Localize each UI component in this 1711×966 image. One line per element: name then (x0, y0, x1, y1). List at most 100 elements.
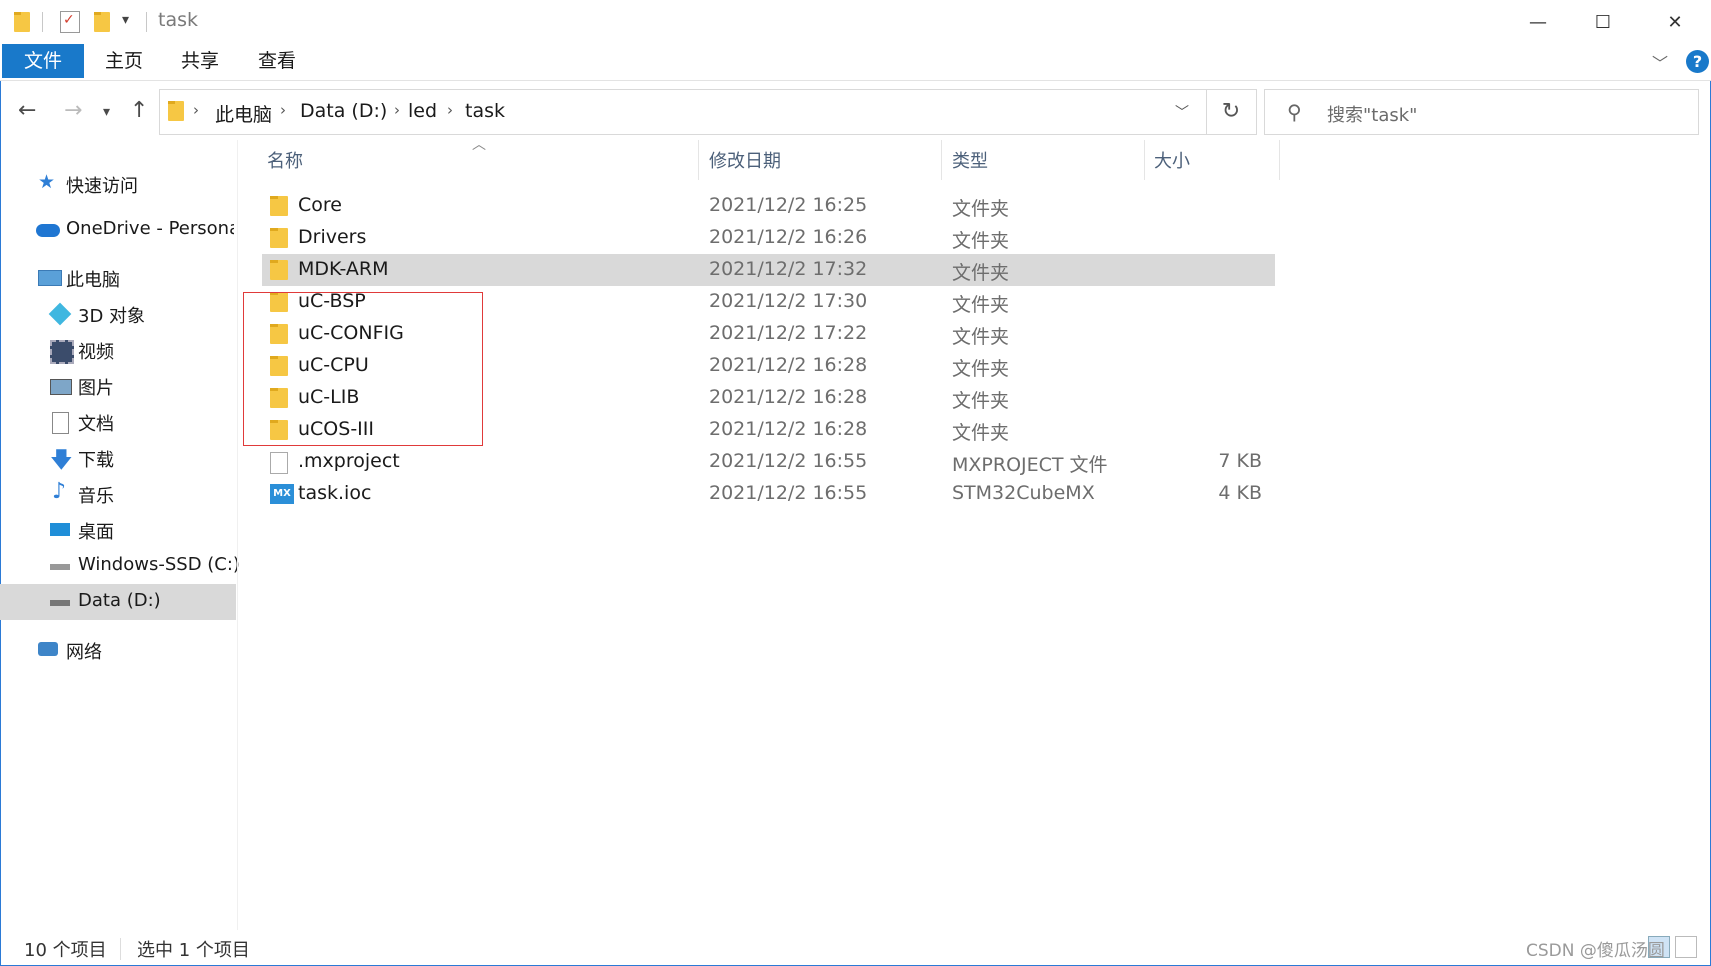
nav-onedrive[interactable]: OneDrive - Personal (0, 212, 236, 248)
nav-music[interactable]: ♪ 音乐 (0, 476, 236, 512)
expand-ribbon-icon[interactable]: ﹀ (1652, 50, 1668, 74)
file-size: 7 KB (1218, 450, 1262, 472)
file-type: MXPROJECT 文件 (952, 454, 1108, 476)
maximize-button[interactable]: ☐ (1572, 0, 1634, 44)
file-type: 文件夹 (952, 422, 1010, 444)
tab-file[interactable]: 文件 (2, 44, 84, 78)
file-date: 2021/12/2 16:55 (709, 450, 868, 472)
file-type: STM32CubeMX (952, 482, 1095, 504)
nav-label: 视频 (78, 342, 114, 363)
column-divider[interactable] (698, 140, 699, 180)
file-type: 文件夹 (952, 262, 1010, 284)
large-icons-view-icon[interactable] (1675, 936, 1697, 958)
nav-desktop[interactable]: 桌面 (0, 512, 236, 548)
properties-icon[interactable]: ✓ (60, 11, 80, 33)
tab-home[interactable]: 主页 (92, 44, 156, 78)
help-icon[interactable]: ? (1686, 50, 1709, 73)
column-divider[interactable] (1279, 140, 1280, 180)
customize-quick-access-icon[interactable]: ▾ (122, 12, 129, 28)
refresh-button[interactable]: ↻ (1206, 89, 1257, 135)
status-bar: 10 个项目 选中 1 个项目 (0, 928, 1711, 966)
tab-share[interactable]: 共享 (168, 44, 232, 78)
breadcrumb-this-pc[interactable]: 此电脑 (215, 100, 272, 127)
nav-this-pc[interactable]: 此电脑 (0, 260, 236, 296)
breadcrumb-arrow-icon[interactable]: › (280, 101, 286, 119)
nav-label: Data (D:) (78, 590, 161, 611)
drive-icon (50, 600, 70, 606)
ribbon: 文件 主页 共享 查看 ﹀ ? (0, 44, 1711, 81)
back-button[interactable]: ← (18, 98, 36, 123)
breadcrumb-arrow-icon[interactable]: › (193, 101, 199, 119)
column-header-type[interactable]: 类型 (952, 147, 988, 173)
file-name: .mxproject (298, 450, 400, 472)
nav-label: Windows-SSD (C:) (78, 554, 240, 575)
column-divider[interactable] (1144, 140, 1145, 180)
desktop-icon (50, 523, 70, 536)
download-icon: 🡇 (50, 448, 73, 473)
nav-quick-access[interactable]: ★ 快速访问 (0, 166, 236, 202)
drive-icon (50, 564, 70, 570)
nav-pictures[interactable]: 图片 (0, 368, 236, 404)
nav-label: 快速访问 (66, 176, 138, 197)
new-folder-icon[interactable] (94, 12, 110, 32)
nav-data-d[interactable]: Data (D:) (0, 584, 236, 620)
breadcrumb-data-d[interactable]: Data (D:) (300, 100, 387, 122)
tab-view[interactable]: 查看 (245, 44, 309, 78)
address-dropdown-icon[interactable]: ﹀ (1175, 102, 1189, 122)
file-date: 2021/12/2 17:30 (709, 290, 868, 312)
folder-icon (168, 101, 184, 121)
nav-3d-objects[interactable]: 3D 对象 (0, 296, 236, 332)
file-date: 2021/12/2 16:28 (709, 418, 868, 440)
nav-videos[interactable]: 视频 (0, 332, 236, 368)
title-bar: ✓ ▾ task — ☐ ✕ (0, 0, 1711, 44)
nav-label: 3D 对象 (78, 306, 146, 327)
search-box[interactable]: ⚲ 搜索"task" (1264, 89, 1699, 135)
address-bar[interactable]: › 此电脑 › Data (D:) › led › task ﹀ (159, 89, 1207, 135)
file-name: Core (298, 194, 342, 216)
nav-label: 下载 (78, 450, 114, 471)
column-header-name[interactable]: 名称 (267, 147, 303, 173)
file-row[interactable]: Drivers 2021/12/2 16:26 文件夹 (262, 222, 1275, 254)
nav-label: 网络 (66, 642, 102, 663)
navigation-pane: ★ 快速访问 OneDrive - Personal 此电脑 3D 对象 视频 … (0, 140, 240, 930)
video-icon (50, 340, 74, 364)
cloud-icon (36, 224, 60, 237)
forward-button[interactable]: → (64, 98, 82, 123)
nav-network[interactable]: 网络 (0, 632, 236, 668)
column-header-size[interactable]: 大小 (1154, 147, 1190, 173)
column-header-date[interactable]: 修改日期 (709, 147, 781, 173)
nav-label: 桌面 (78, 522, 114, 543)
breadcrumb-arrow-icon[interactable]: › (394, 101, 400, 119)
nav-downloads[interactable]: 🡇 下载 (0, 440, 236, 476)
column-divider[interactable] (941, 140, 942, 180)
nav-label: 图片 (78, 378, 114, 399)
search-input[interactable]: 搜索"task" (1327, 101, 1417, 127)
breadcrumb-task[interactable]: task (465, 100, 505, 122)
nav-windows-ssd[interactable]: Windows-SSD (C:) (0, 548, 240, 584)
file-row[interactable]: .mxproject 2021/12/2 16:55 MXPROJECT 文件 … (262, 446, 1275, 478)
nav-label: 音乐 (78, 486, 114, 507)
file-name: MDK-ARM (298, 258, 389, 280)
watermark: CSDN @傻瓜汤圆 (1526, 941, 1665, 961)
file-row[interactable]: MX task.ioc 2021/12/2 16:55 STM32CubeMX … (262, 478, 1275, 510)
breadcrumb-arrow-icon[interactable]: › (447, 101, 453, 119)
breadcrumb-led[interactable]: led (408, 100, 437, 122)
file-type: 文件夹 (952, 358, 1010, 380)
file-type: 文件夹 (952, 198, 1010, 220)
file-type: 文件夹 (952, 390, 1010, 412)
music-icon: ♪ (52, 479, 67, 504)
file-date: 2021/12/2 17:22 (709, 322, 868, 344)
file-row-selected[interactable]: MDK-ARM 2021/12/2 17:32 文件夹 (262, 254, 1275, 286)
up-button[interactable]: ↑ (130, 98, 148, 123)
divider (146, 12, 147, 32)
file-date: 2021/12/2 16:26 (709, 226, 868, 248)
file-row[interactable]: Core 2021/12/2 16:25 文件夹 (262, 190, 1275, 222)
search-icon: ⚲ (1287, 100, 1302, 124)
file-name: task.ioc (298, 482, 372, 504)
close-button[interactable]: ✕ (1644, 0, 1706, 44)
nav-documents[interactable]: 文档 (0, 404, 236, 440)
selection-count: 选中 1 个项目 (137, 940, 250, 961)
file-date: 2021/12/2 16:28 (709, 354, 868, 376)
recent-locations-icon[interactable]: ▾ (103, 104, 110, 120)
minimize-button[interactable]: — (1507, 0, 1569, 44)
